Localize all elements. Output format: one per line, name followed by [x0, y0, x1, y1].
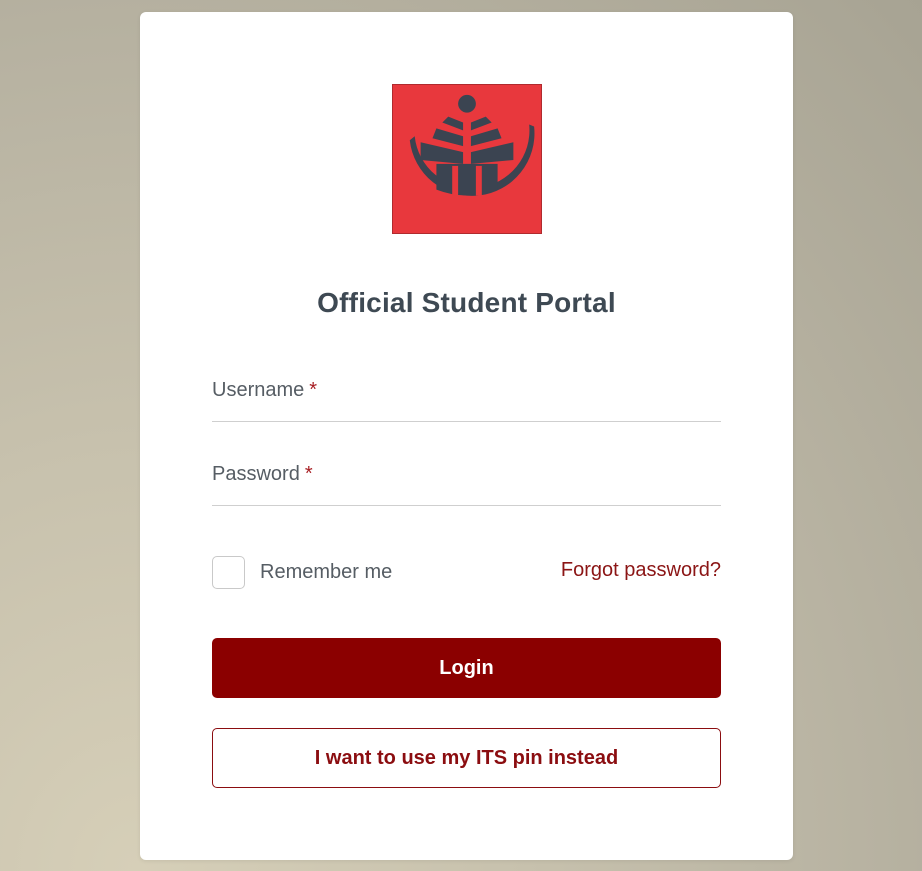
- page-title: Official Student Portal: [317, 287, 616, 318]
- remember-me-row: Remember me: [212, 554, 392, 590]
- password-field[interactable]: Password *: [212, 453, 725, 507]
- login-button[interactable]: Login: [212, 638, 721, 698]
- login-card: Official Student Portal Username * Passwo…: [140, 12, 793, 860]
- password-input[interactable]: [212, 453, 725, 507]
- username-input[interactable]: [212, 369, 725, 423]
- remember-me-label[interactable]: Remember me: [260, 561, 392, 584]
- university-crest-icon: [392, 84, 542, 234]
- username-field[interactable]: Username *: [212, 369, 725, 423]
- remember-me-checkbox[interactable]: [212, 555, 245, 589]
- forgot-password-link[interactable]: Forgot password?: [561, 559, 721, 582]
- its-pin-button[interactable]: I want to use my ITS pin instead: [212, 728, 721, 788]
